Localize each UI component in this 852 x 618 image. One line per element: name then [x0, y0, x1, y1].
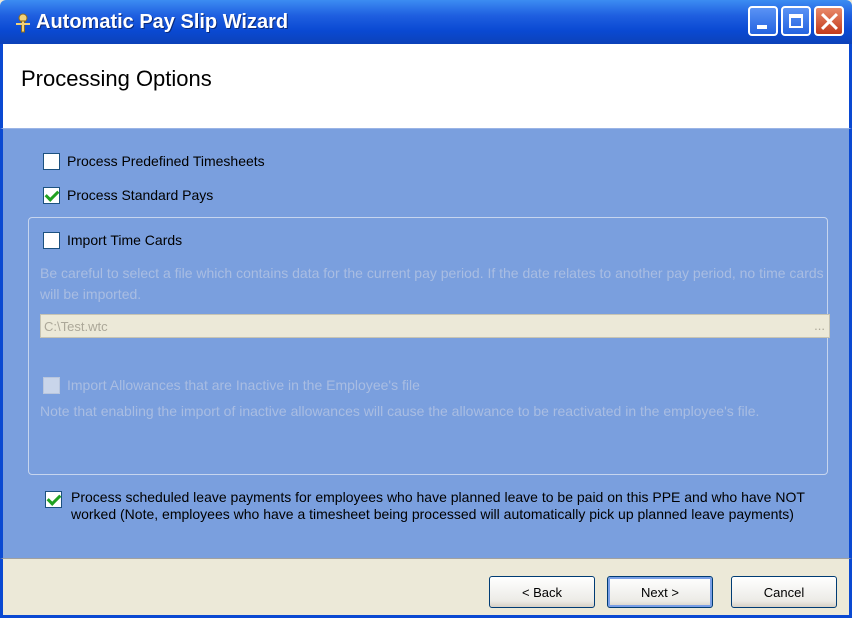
options-panel: Process Predefined Timesheets Process St…: [0, 128, 852, 558]
standard-pays-label: Process Standard Pays: [67, 187, 214, 203]
scheduled-leave-label: Process scheduled leave payments for emp…: [71, 489, 805, 522]
import-inactive-allowances-label: Import Allowances that are Inactive in t…: [67, 377, 420, 393]
file-path-value: C:\Test.wtc: [44, 319, 108, 334]
button-bar: < Back Next > Cancel: [0, 558, 852, 618]
standard-pays-checkbox[interactable]: [43, 187, 60, 204]
predefined-timesheets-checkbox[interactable]: [43, 153, 60, 170]
predefined-timesheets-label: Process Predefined Timesheets: [67, 153, 265, 169]
browse-button[interactable]: ...: [814, 318, 825, 333]
import-time-cards-label: Import Time Cards: [67, 232, 183, 248]
file-path-input[interactable]: C:\Test.wtc ...: [40, 314, 830, 338]
maximize-button[interactable]: [781, 6, 811, 36]
time-cards-group: [28, 217, 828, 475]
page-header: Processing Options: [0, 44, 852, 128]
title-bar: Automatic Pay Slip Wizard: [0, 0, 852, 44]
scheduled-leave-checkbox[interactable]: [45, 491, 62, 508]
minimize-button[interactable]: [748, 6, 778, 36]
time-cards-note: Be careful to select a file which contai…: [40, 265, 824, 302]
page-title: Processing Options: [21, 66, 212, 91]
import-time-cards-checkbox[interactable]: [43, 232, 60, 249]
inactive-allowances-note: Note that enabling the import of inactiv…: [40, 403, 760, 419]
wizard-window: Automatic Pay Slip Wizard Processing Opt…: [0, 0, 852, 618]
back-button[interactable]: < Back: [489, 576, 595, 608]
next-button[interactable]: Next >: [607, 576, 713, 608]
import-inactive-allowances-checkbox[interactable]: [43, 377, 60, 394]
cancel-button[interactable]: Cancel: [731, 576, 837, 608]
close-button[interactable]: [814, 6, 844, 36]
app-icon: [16, 13, 30, 33]
window-title: Automatic Pay Slip Wizard: [36, 11, 289, 33]
